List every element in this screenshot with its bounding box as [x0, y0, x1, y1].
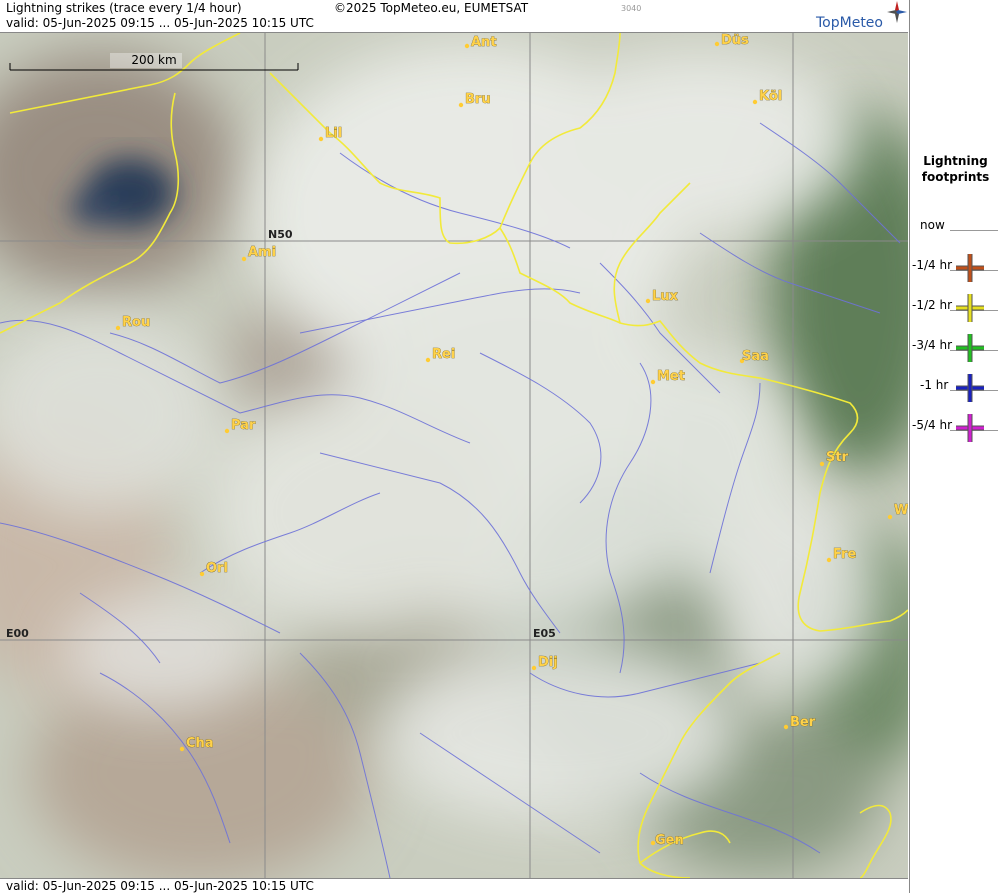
- city-label[interactable]: Cha: [186, 736, 214, 752]
- city-dot: [783, 724, 789, 730]
- city-label[interactable]: Düs: [721, 33, 750, 48]
- valid-time: valid: 05-Jun-2025 09:15 ... 05-Jun-2025…: [6, 16, 314, 30]
- product-code: 3040: [621, 4, 642, 13]
- city-dot: [531, 665, 537, 671]
- map-header: Lightning strikes (trace every 1/4 hour)…: [0, 0, 908, 33]
- city-dot: [179, 746, 185, 752]
- city-dot: [752, 99, 758, 105]
- city-label[interactable]: Fre: [833, 547, 857, 563]
- map-footer: valid: 05-Jun-2025 09:15 ... 05-Jun-2025…: [0, 878, 908, 894]
- footer-valid-time: valid: 05-Jun-2025 09:15 ... 05-Jun-2025…: [6, 879, 314, 893]
- lightning-cross-icon: [956, 294, 984, 322]
- city-dot: [224, 428, 230, 434]
- city-label[interactable]: Rei: [432, 347, 456, 363]
- city-label[interactable]: Gen: [655, 833, 684, 849]
- lightning-cross-icon: [956, 334, 984, 362]
- city-dot: [714, 41, 720, 47]
- city-dot: [115, 325, 121, 331]
- city-dot: [458, 102, 464, 108]
- city-dot: [199, 571, 205, 577]
- topmeteo-logo-text: TopMeteo: [816, 15, 883, 31]
- city-label[interactable]: Köl: [759, 89, 783, 105]
- lightning-cross-icon: [956, 254, 984, 282]
- city-label[interactable]: Par: [231, 418, 257, 434]
- city-label[interactable]: Lux: [652, 289, 679, 305]
- city-dot: [464, 43, 470, 49]
- city-dot: [645, 298, 651, 304]
- compass-logo-icon: [887, 1, 907, 23]
- city-dot: [241, 256, 247, 262]
- copyright-text: ©2025 TopMeteo.eu, EUMETSAT: [334, 1, 529, 15]
- grid-label-e00: E00: [6, 627, 29, 640]
- lightning-cross-icon: [956, 374, 984, 402]
- city-label[interactable]: Met: [657, 369, 686, 385]
- grid-label-n50: N50: [268, 228, 293, 241]
- map-canvas: 200 km N50 E00 E05 Ant Düs Bru Köl Lil A…: [0, 33, 908, 878]
- city-dot: [887, 514, 893, 520]
- city-dot: [819, 461, 825, 467]
- city-dot: [318, 136, 324, 142]
- city-label[interactable]: Bru: [465, 92, 491, 108]
- city-label[interactable]: Orl: [206, 561, 229, 577]
- satellite-map[interactable]: 200 km N50 E00 E05 Ant Düs Bru Köl Lil A…: [0, 33, 908, 878]
- grid-label-e05: E05: [533, 627, 556, 640]
- lightning-cross-icon: [956, 414, 984, 442]
- city-dot: [650, 379, 656, 385]
- city-label[interactable]: Rou: [122, 315, 151, 331]
- map-title: Lightning strikes (trace every 1/4 hour): [6, 1, 242, 15]
- legend-panel: Lightning footprints now -1/4 hr -1/2 hr…: [909, 0, 1000, 893]
- city-label[interactable]: Ant: [471, 35, 497, 51]
- scale-label: 200 km: [131, 53, 176, 67]
- city-label[interactable]: Lil: [325, 126, 343, 142]
- city-dot: [425, 357, 431, 363]
- legend-symbols: [956, 254, 984, 442]
- city-label[interactable]: W: [894, 503, 908, 519]
- city-dot: [826, 557, 832, 563]
- city-label[interactable]: Saa: [742, 349, 770, 365]
- city-label[interactable]: Dij: [538, 655, 558, 671]
- city-label[interactable]: Ber: [790, 715, 816, 731]
- city-label[interactable]: Str: [826, 450, 849, 466]
- city-label[interactable]: Ami: [248, 245, 277, 261]
